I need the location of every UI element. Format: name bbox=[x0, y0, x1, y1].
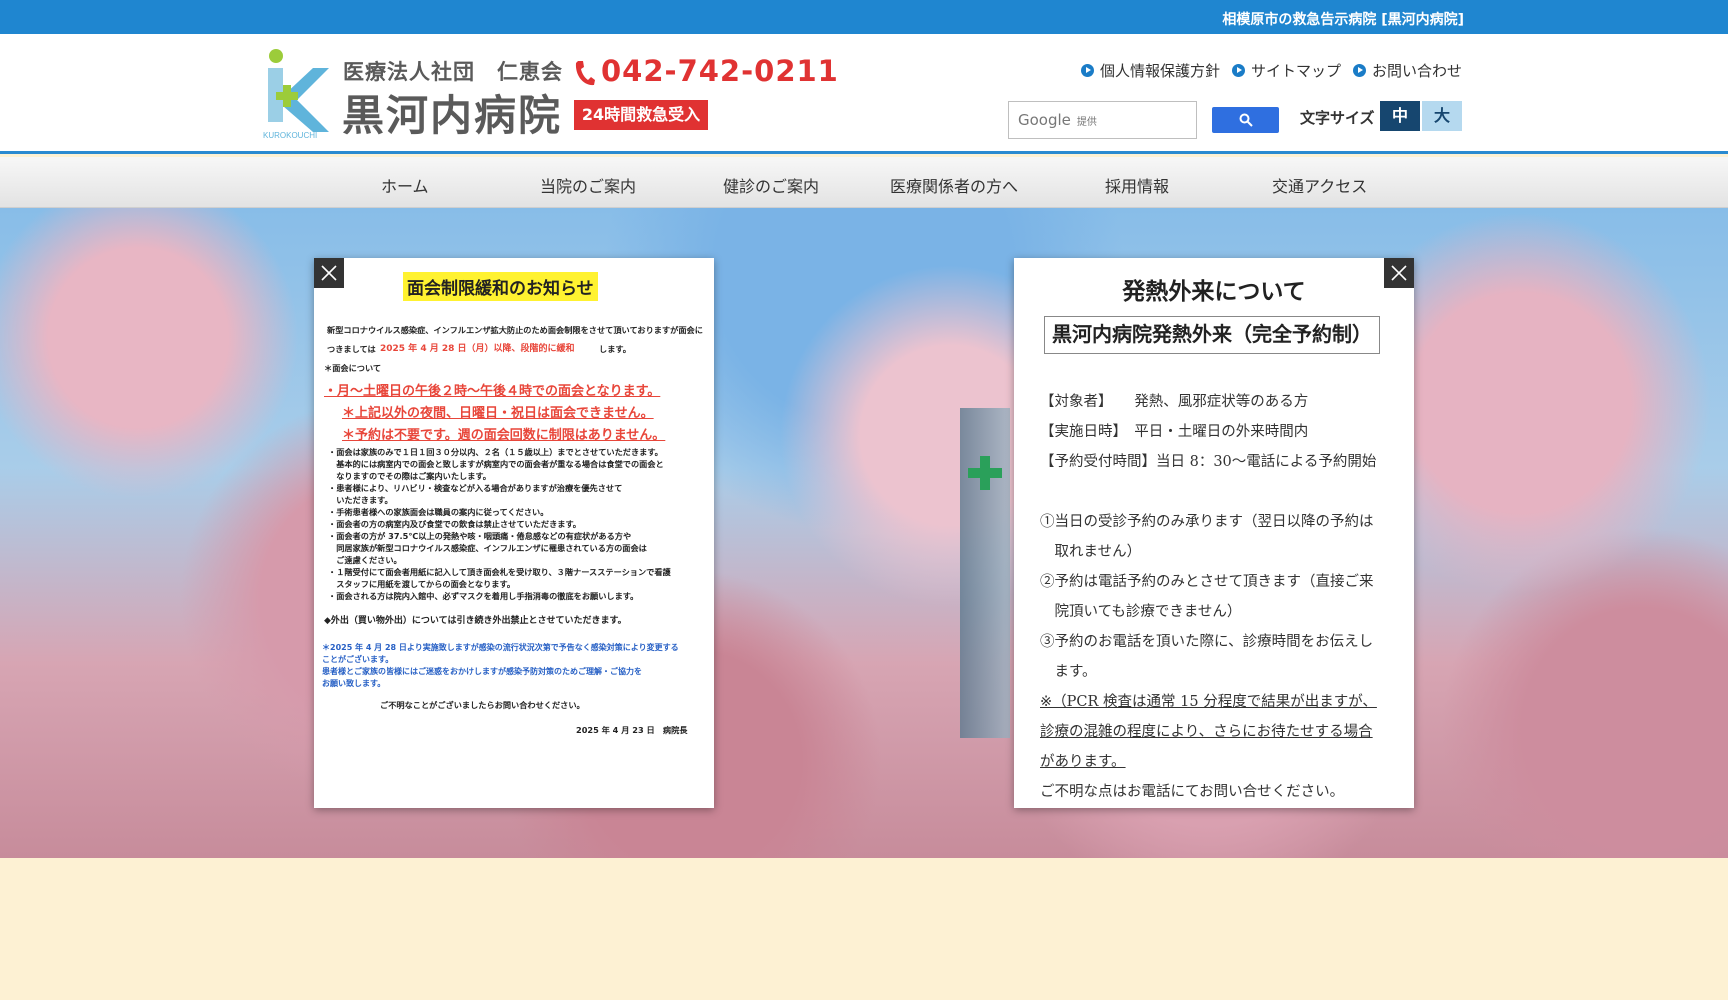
notice-blue-note: ＊2025 年 4 月 28 日より実施致しますが感染の流行状況次第で予告なく感… bbox=[322, 643, 679, 652]
notice-rule: ・面会される方は院内入館中、必ずマスクを着用し手指消毒の徹底をお願いします。 bbox=[328, 591, 639, 601]
notice-intro-2c: します。 bbox=[599, 344, 631, 354]
nav-recruit[interactable]: 採用情報 bbox=[1105, 173, 1169, 197]
notice-intro-2b: 2025 年 4 月 28 日（月）以降、段階的に緩和 bbox=[380, 344, 575, 354]
fever-line: ご不明な点はお電話にてお問い合せください。 bbox=[1040, 784, 1345, 800]
notice-signature: 2025 年 4 月 23 日 病院長 bbox=[576, 725, 688, 735]
contact-label: お問い合わせ bbox=[1371, 62, 1462, 80]
fever-clinic-popup: 発熱外来について 黒河内病院発熱外来（完全予約制） 【対象者】 発熱、風邪症状等… bbox=[1014, 258, 1414, 808]
fever-line: があります。 bbox=[1040, 754, 1126, 770]
notice-intro-2a: つきましては bbox=[327, 344, 376, 354]
notice-blue-note: ことがございます。 bbox=[322, 655, 394, 664]
font-size-medium-button[interactable]: 中 bbox=[1380, 101, 1420, 131]
notice-rule: ・手術患者様への家族面会は職員の案内に従ってください。 bbox=[328, 507, 549, 517]
fever-line: 院頂いても診療できません） bbox=[1040, 604, 1242, 620]
notice-rule: ・面会者の方の病室内及び食堂での飲食は禁止させていただきます。 bbox=[328, 519, 581, 529]
main-nav: ホーム 当院のご案内 健診のご案内 医療関係者の方へ 採用情報 交通アクセス bbox=[0, 157, 1728, 208]
fever-line: ※（PCR 検査は通常 15 分程度で結果が出ますが、 bbox=[1040, 694, 1377, 710]
sitemap-link[interactable]: サイトマップ bbox=[1231, 60, 1341, 81]
hero-image bbox=[0, 208, 1728, 858]
notice-rule: ・１階受付にて面会者用紙に記入して頂き面会札を受け取り、３階ナースステーションで… bbox=[328, 567, 671, 577]
fever-line: 【実施日時】 平日・土曜日の外来時間内 bbox=[1040, 424, 1309, 440]
link-arrow-icon bbox=[1231, 64, 1245, 77]
google-brand: Google bbox=[1018, 111, 1071, 129]
fever-line: ②予約は電話予約のみとさせて頂きます（直接ご来 bbox=[1040, 574, 1374, 590]
contact-link[interactable]: お問い合わせ bbox=[1352, 60, 1462, 81]
privacy-policy-label: 個人情報保護方針 bbox=[1099, 62, 1220, 80]
nav-checkup[interactable]: 健診のご案内 bbox=[723, 173, 819, 197]
nav-access[interactable]: 交通アクセス bbox=[1272, 173, 1367, 197]
notice-intro-1: 新型コロナウイルス感染症、インフルエンザ拡大防止のため面会制限をさせて頂いており… bbox=[327, 325, 703, 335]
visiting-notice-popup: 面会制限緩和のお知らせ 新型コロナウイルス感染症、インフルエンザ拡大防止のため面… bbox=[314, 258, 714, 808]
emergency-badge: 24時間救急受入 bbox=[574, 100, 708, 130]
close-icon bbox=[321, 265, 337, 281]
notice-rule: なりますのでその際はご案内いたします。 bbox=[328, 471, 491, 481]
fever-line: 診療の混雑の程度により、さらにお待たせする場合 bbox=[1040, 724, 1373, 740]
notice-rule: ・患者様により、リハビリ・検査などが入る場合がありますが治療を優先させて bbox=[328, 483, 623, 493]
fever-line: ③予約のお電話を頂いた際に、診療時間をお伝えし bbox=[1040, 634, 1374, 650]
notice-rule: 同居家族が新型コロナウイルス感染症、インフルエンザに罹患されている方の面会は bbox=[328, 543, 647, 553]
nav-home[interactable]: ホーム bbox=[381, 173, 429, 197]
notice-blue-note: お願い致します。 bbox=[322, 679, 386, 688]
site-header: KUROKOUCHI 医療法人社団 仁恵会 黒河内病院 042-742-0211… bbox=[0, 34, 1728, 154]
search-icon bbox=[1239, 113, 1253, 127]
nav-medical-professionals[interactable]: 医療関係者の方へ bbox=[890, 173, 1018, 197]
notice-rule: ・面会者の方が 37.5℃以上の発熱や咳・咽頭痛・倦怠感などの有症状がある方や bbox=[328, 531, 632, 541]
utility-links: 個人情報保護方針 サイトマップ お問い合わせ bbox=[1080, 60, 1462, 81]
notice-contact: ご不明なことがございましたらお問い合わせください。 bbox=[380, 700, 585, 710]
notice-blue-note: 患者様とご家族の皆様にはご迷惑をおかけしますが感染予防対策のためご理解・ご協力を bbox=[322, 667, 642, 676]
search-input[interactable]: Google 提供 bbox=[1008, 101, 1197, 139]
search-button[interactable] bbox=[1212, 107, 1279, 133]
link-arrow-icon bbox=[1080, 64, 1094, 77]
notice-section: ＊面会について bbox=[324, 363, 382, 373]
fever-line: ます。 bbox=[1040, 664, 1097, 680]
google-brand-sub: 提供 bbox=[1076, 116, 1097, 128]
close-icon bbox=[1391, 265, 1407, 281]
logo-k-icon[interactable]: KUROKOUCHI bbox=[263, 48, 331, 140]
link-arrow-icon bbox=[1352, 64, 1366, 77]
notice-rule: ・面会は家族のみで１日１回３０分以内、２名（１５歳以上）までとさせていただきます… bbox=[328, 447, 663, 457]
font-size-label: 文字サイズ bbox=[1300, 109, 1375, 127]
close-notice-button[interactable] bbox=[314, 258, 344, 288]
notice-red-1: ・月～土曜日の午後２時～午後４時での面会となります。 bbox=[324, 384, 661, 399]
notice-rule: スタッフに用紙を渡してからの面会となります。 bbox=[328, 579, 516, 589]
hospital-name[interactable]: 黒河内病院 bbox=[342, 82, 562, 143]
notice-outing: ◆外出（買い物外出）については引き続き外出禁止とさせていただきます。 bbox=[324, 616, 627, 626]
fever-title: 発熱外来について bbox=[1122, 278, 1306, 305]
phone-icon bbox=[575, 61, 595, 86]
fever-subtitle-box: 黒河内病院発熱外来（完全予約制） bbox=[1044, 316, 1380, 354]
notice-red-3: ＊予約は不要です。週の面会回数に制限はありません。 bbox=[342, 428, 666, 443]
fever-line: ①当日の受診予約のみ承ります（翌日以降の予約は bbox=[1040, 514, 1374, 530]
font-size-large-button[interactable]: 大 bbox=[1422, 101, 1462, 131]
topbar-text: 相模原市の救急告示病院 [黒河内病院] bbox=[1222, 12, 1464, 28]
notice-rule: ご遠慮ください。 bbox=[328, 555, 402, 565]
fever-line: 取れません） bbox=[1040, 544, 1142, 560]
notice-red-2: ＊上記以外の夜間、日曜日・祝日は面会できません。 bbox=[342, 406, 654, 421]
logo-caption: KUROKOUCHI bbox=[263, 131, 317, 140]
notice-rule: 基本的には病室内での面会と致しますが病室内での面会者が重なる場合は食堂での面会と bbox=[328, 459, 664, 469]
fever-line: 【対象者】 発熱、風邪症状等のある方 bbox=[1040, 394, 1309, 410]
privacy-policy-link[interactable]: 個人情報保護方針 bbox=[1080, 60, 1220, 81]
fever-line: 【予約受付時間】当日 8：30～電話による予約開始 bbox=[1040, 454, 1377, 470]
phone-number[interactable]: 042-742-0211 bbox=[601, 54, 839, 88]
top-bar: 相模原市の救急告示病院 [黒河内病院] bbox=[0, 0, 1728, 34]
close-fever-button[interactable] bbox=[1384, 258, 1414, 288]
nav-about[interactable]: 当院のご案内 bbox=[540, 173, 636, 197]
notice-rule: いただきます。 bbox=[328, 495, 393, 505]
notice-title: 面会制限緩和のお知らせ bbox=[403, 272, 598, 301]
sitemap-label: サイトマップ bbox=[1250, 62, 1341, 80]
green-cross-icon bbox=[968, 456, 1002, 490]
